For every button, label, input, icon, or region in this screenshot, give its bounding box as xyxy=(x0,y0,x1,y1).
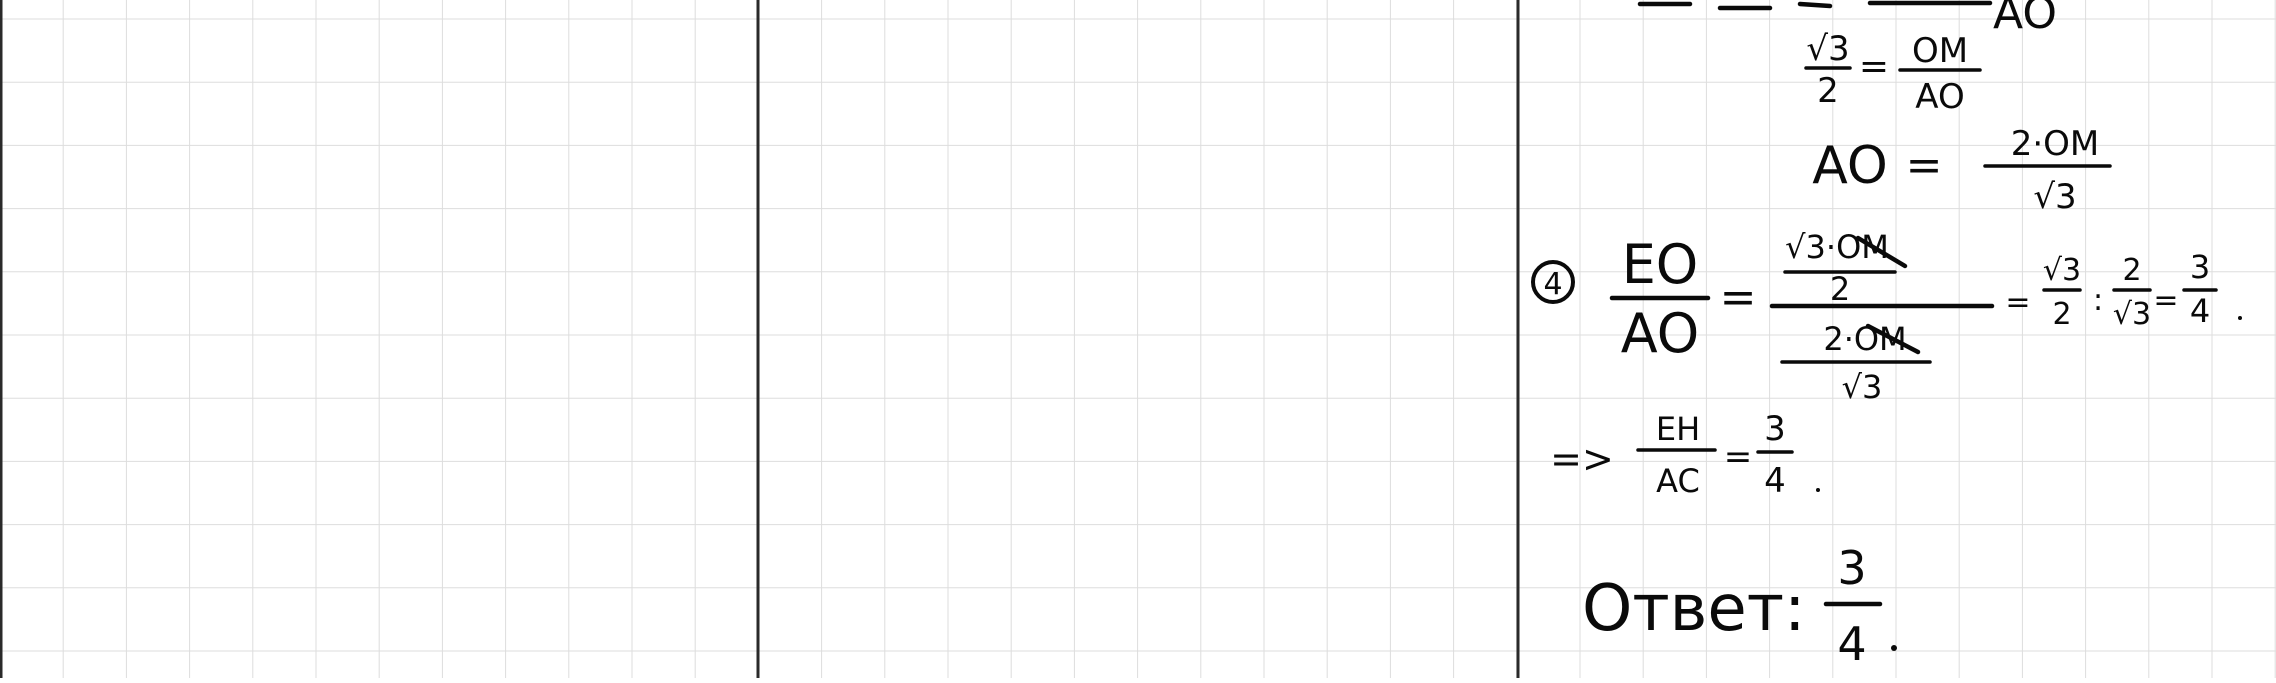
answer-label: Ответ: xyxy=(1582,572,1806,646)
equals-sign: = xyxy=(1720,272,1757,323)
bottom-fraction-denominator: √3 xyxy=(1842,368,1883,406)
partial-top-ao: AO xyxy=(1993,0,2057,39)
ratio-denominator-ao: AO xyxy=(1621,302,1700,365)
fraction-denominator: AC xyxy=(1656,462,1700,500)
dot xyxy=(2238,316,2242,320)
ratio-numerator-eo: EO xyxy=(1622,233,1699,296)
answer-numerator: 3 xyxy=(1837,541,1866,595)
equation-line-4: => EH AC = 3 4 xyxy=(1550,409,1820,501)
fraction-denominator: √3 xyxy=(2033,177,2076,217)
result-numerator: 3 xyxy=(2190,248,2210,286)
equals-sign: = xyxy=(1724,437,1753,477)
lhs-ao: AO xyxy=(1812,136,1888,196)
grid-canvas: AO √3 2 = OM AO AO = 2·OM √3 4 EO AO = √… xyxy=(0,0,2276,678)
fraction-numerator: EH xyxy=(1656,410,1700,448)
fraction-2-denominator: AO xyxy=(1915,77,1964,117)
answer-denominator: 4 xyxy=(1837,617,1866,671)
step-number: 4 xyxy=(1543,267,1562,302)
result-numerator: 3 xyxy=(1764,409,1786,449)
b-numerator: 2 xyxy=(2122,253,2141,288)
b-denominator: √3 xyxy=(2113,297,2151,332)
fraction-1-numerator: √3 xyxy=(1806,29,1849,69)
top-fraction-denominator: 2 xyxy=(1830,270,1850,308)
dot xyxy=(1891,645,1897,651)
implies-arrow: => xyxy=(1550,437,1614,481)
equals-sign-2: = xyxy=(2005,285,2030,320)
equals-sign: = xyxy=(1859,46,1889,87)
equation-line-3: 4 EO AO = √3·OM 2 2·OM √3 = √3 2 : 2 √3 … xyxy=(1531,228,2242,406)
division-sign: : xyxy=(2093,283,2103,318)
dot xyxy=(1816,488,1820,492)
result-denominator: 4 xyxy=(1764,461,1786,501)
whiteboard[interactable]: AO √3 2 = OM AO AO = 2·OM √3 4 EO AO = √… xyxy=(0,0,2276,678)
fraction-1-denominator: 2 xyxy=(1817,71,1839,111)
fraction-numerator: 2·OM xyxy=(2011,124,2100,164)
equation-line-2: AO = 2·OM √3 xyxy=(1812,124,2112,217)
fraction-2-numerator: OM xyxy=(1912,31,1968,71)
result-denominator: 4 xyxy=(2190,292,2210,330)
equation-line-1: √3 2 = OM AO xyxy=(1804,29,1982,117)
equals-sign-3: = xyxy=(2153,283,2178,318)
equals-sign: = xyxy=(1906,140,1943,191)
a-numerator: √3 xyxy=(2043,253,2081,288)
a-denominator: 2 xyxy=(2052,297,2071,332)
